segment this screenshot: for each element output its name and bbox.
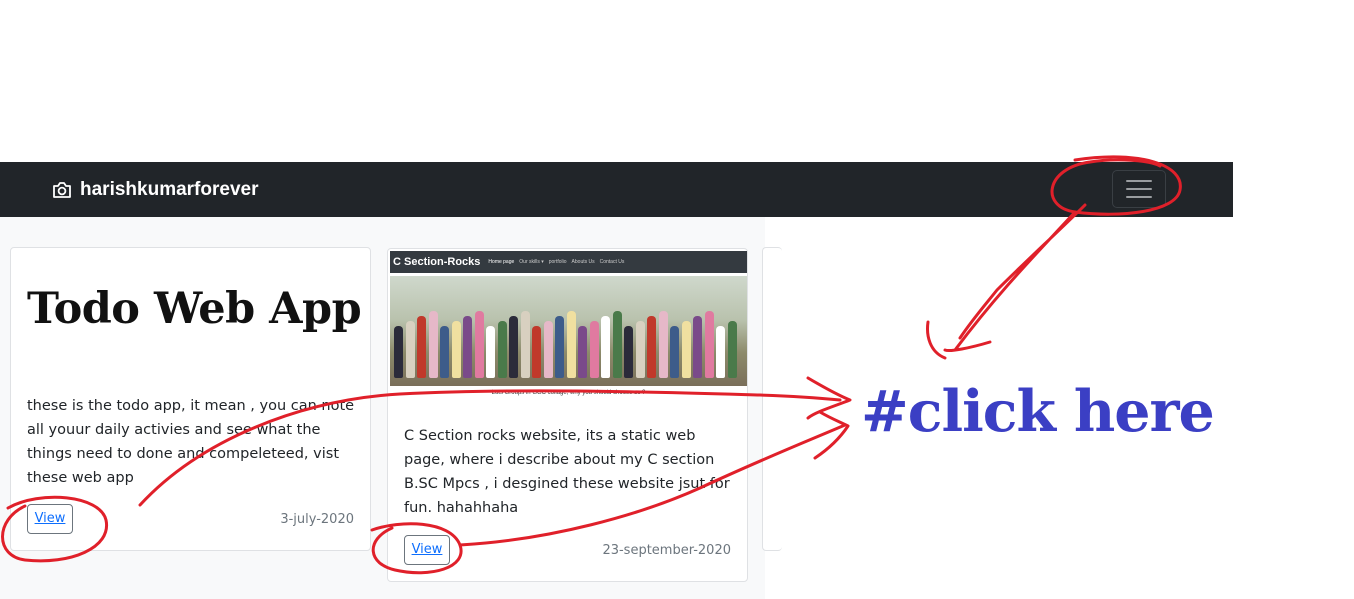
card-title: Todo Web App	[27, 284, 362, 334]
card-description: these is the todo app, it mean , you can…	[27, 398, 355, 486]
photo-person	[555, 316, 564, 378]
card-description: C Section rocks website, its a static we…	[404, 428, 730, 516]
photo-person	[486, 326, 495, 378]
photo-person	[693, 316, 702, 378]
preview-link: Abouts Us	[571, 259, 595, 265]
photo-person	[440, 326, 449, 378]
brand-name: harishkumarforever	[80, 179, 259, 200]
photo-person	[612, 311, 622, 378]
photo-person	[647, 316, 656, 378]
photo-person	[566, 311, 576, 378]
navbar-toggler-button[interactable]	[1112, 170, 1166, 208]
card-list: Todo Web App these is the todo app, it m…	[0, 217, 782, 599]
photo-person	[405, 321, 415, 378]
project-card-partial	[762, 247, 782, 551]
photo-person	[716, 326, 725, 378]
hamburger-menu-icon	[1126, 180, 1152, 182]
photo-person	[417, 316, 426, 378]
preview-link: Home page	[488, 259, 515, 265]
photo-person	[704, 311, 714, 378]
photo-person	[681, 321, 691, 378]
camera-icon	[53, 182, 71, 198]
photo-person	[635, 321, 645, 378]
photo-person	[601, 316, 610, 378]
photo-person	[394, 326, 403, 378]
photo-person	[474, 311, 484, 378]
preview-brand: C Section-Rocks	[393, 256, 481, 268]
photo-person	[520, 311, 530, 378]
project-card-c-section: C Section-Rocks Home page Our skills ▾ p…	[387, 248, 748, 582]
photo-person	[451, 321, 461, 378]
photo-person	[543, 321, 553, 378]
photo-person	[463, 316, 472, 378]
project-card-todo: Todo Web App these is the todo app, it m…	[10, 247, 371, 551]
preview-link: Contact Us	[599, 259, 625, 265]
photo-person	[658, 311, 668, 378]
preview-link: portfolio	[548, 259, 567, 265]
arrow-to-label	[926, 203, 1087, 360]
click-here-annotation: #click here	[861, 378, 1215, 445]
card-date: 3-july-2020	[280, 512, 354, 527]
navbar-brand[interactable]: harishkumarforever	[52, 179, 258, 201]
group-photo	[390, 276, 747, 386]
view-button[interactable]: View	[27, 504, 73, 534]
photo-person	[578, 326, 587, 378]
photo-person	[624, 326, 633, 378]
photo-person	[727, 321, 737, 378]
photo-person	[589, 321, 599, 378]
photo-person	[532, 326, 541, 378]
navbar: harishkumarforever	[0, 162, 1233, 217]
photo-person	[509, 316, 518, 378]
preview-link: Our skills ▾	[519, 259, 544, 265]
preview-navbar: C Section-Rocks Home page Our skills ▾ p…	[390, 251, 747, 273]
card-date: 23-september-2020	[602, 543, 731, 558]
view-button[interactable]: View	[404, 535, 450, 565]
photo-person	[497, 321, 507, 378]
preview-caption: Lots Groups in GGC collage, why you shou…	[491, 390, 646, 396]
photo-person	[670, 326, 679, 378]
photo-person	[428, 311, 438, 378]
card-image: C Section-Rocks Home page Our skills ▾ p…	[390, 251, 747, 403]
